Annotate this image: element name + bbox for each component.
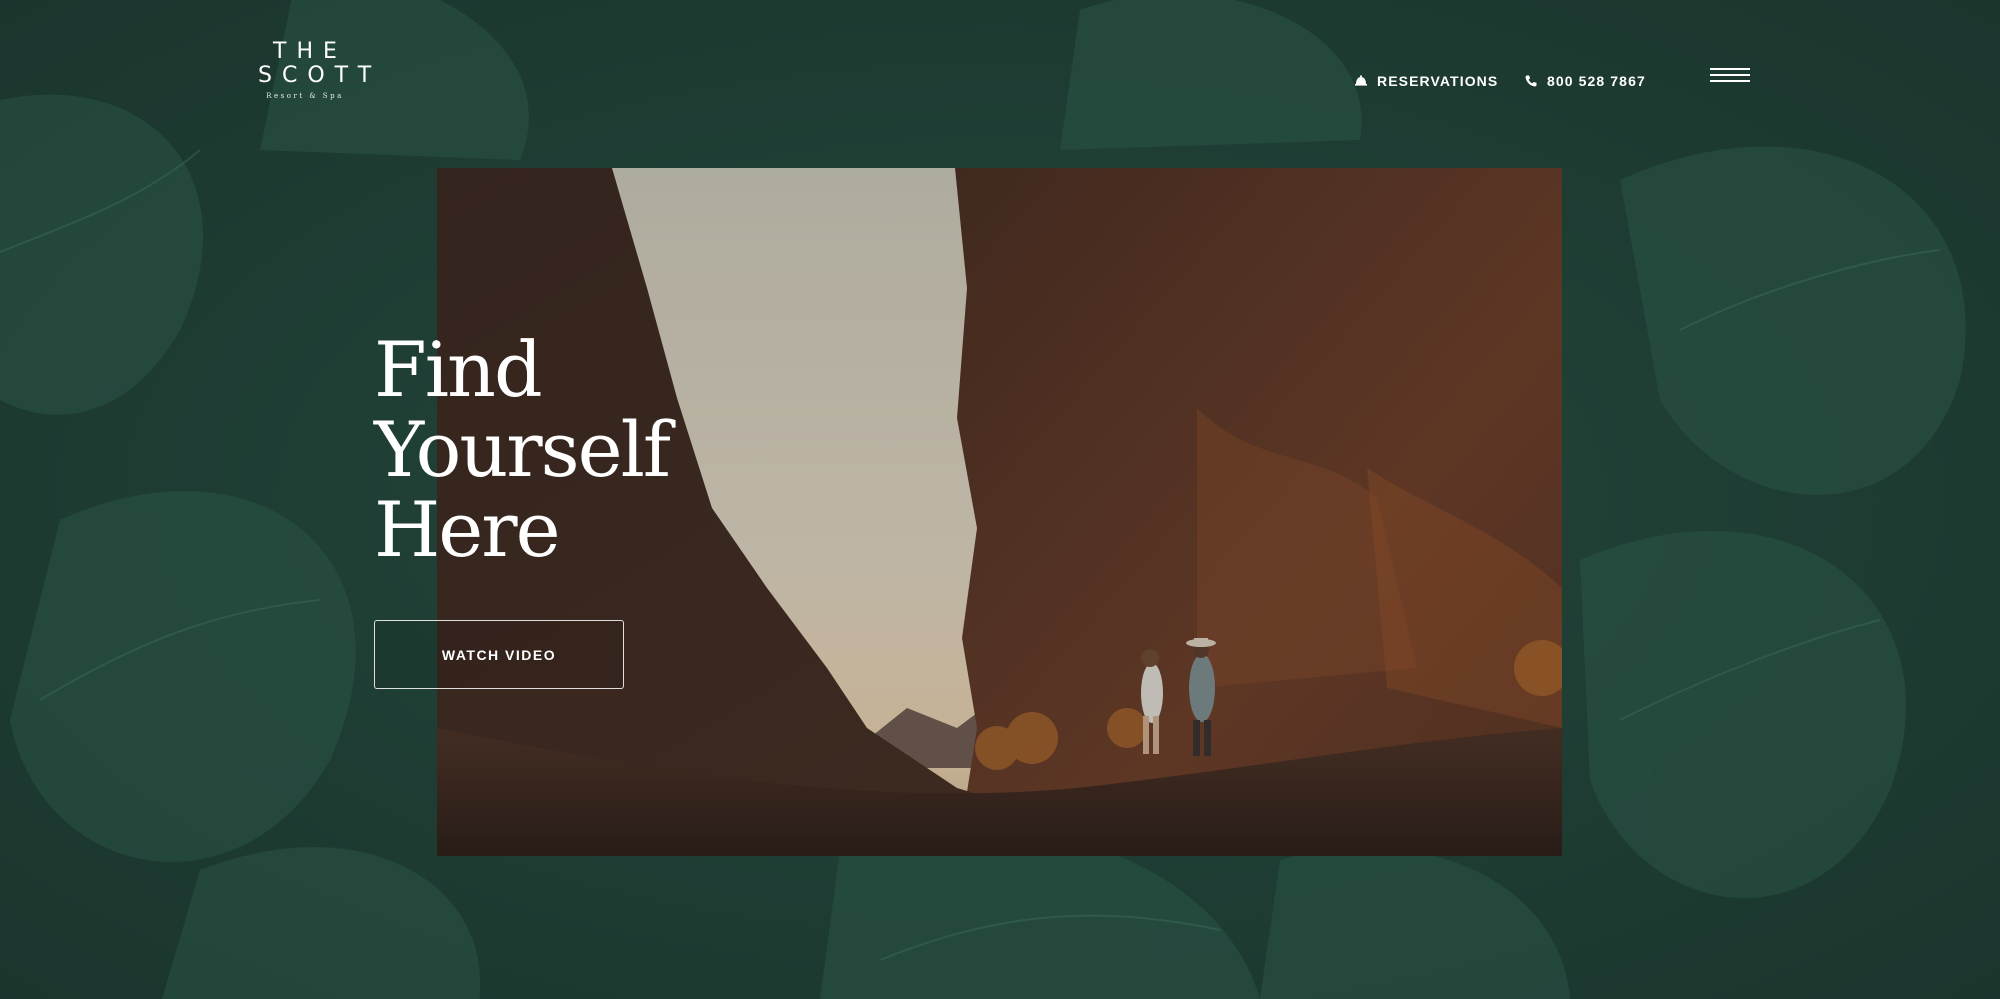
phone-link[interactable]: 800 528 7867: [1524, 71, 1646, 91]
logo-line2: SCOTT: [258, 63, 382, 88]
phone-icon: [1524, 74, 1538, 88]
phone-number: 800 528 7867: [1547, 73, 1646, 89]
hero-title-line: Yourself: [374, 405, 671, 494]
logo-subtitle: Resort & Spa: [266, 92, 344, 100]
reservations-label: RESERVATIONS: [1377, 73, 1499, 89]
logo-line1: THE: [273, 39, 347, 64]
brand-logo[interactable]: THE SCOTT Resort & Spa: [248, 39, 382, 101]
hero-title: Find Yourself Here: [374, 325, 671, 574]
reservations-link[interactable]: RESERVATIONS: [1354, 71, 1498, 91]
hamburger-menu-icon[interactable]: [1710, 68, 1750, 88]
site-header: THE SCOTT Resort & Spa RESERVATIONS 800 …: [0, 0, 2000, 160]
hero-title-line: Here: [374, 485, 561, 574]
bell-icon: [1354, 74, 1368, 88]
watch-video-button[interactable]: WATCH VIDEO: [374, 620, 624, 689]
hero-title-line: Find: [374, 325, 543, 414]
